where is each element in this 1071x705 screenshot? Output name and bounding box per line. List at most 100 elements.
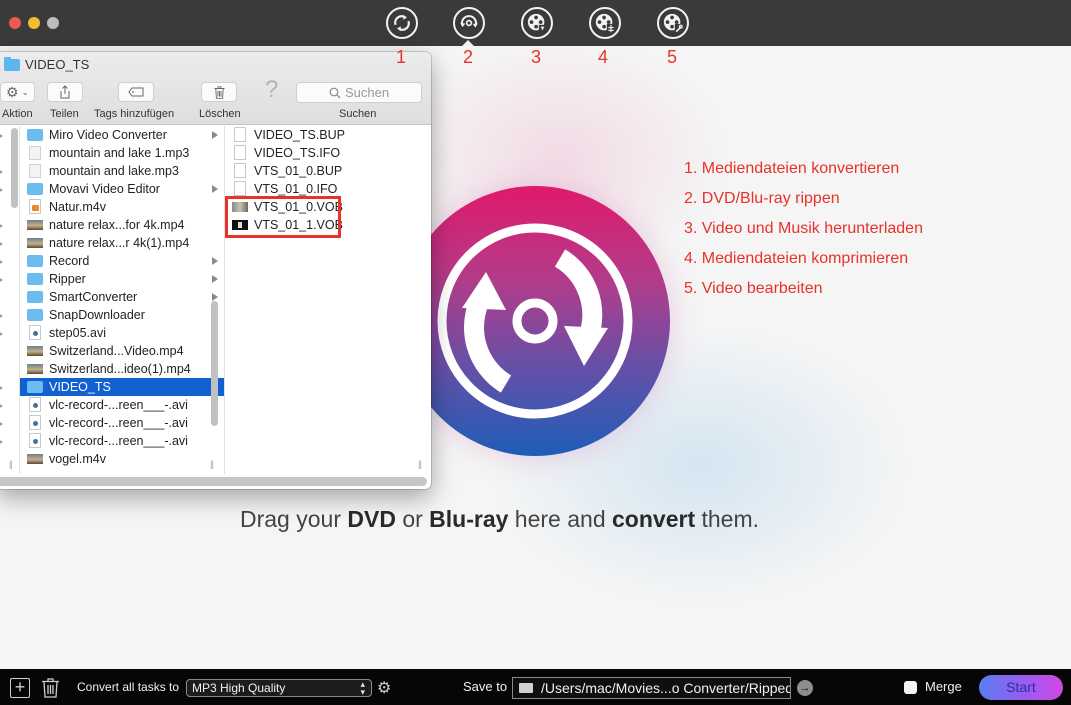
window-close-button[interactable]	[9, 17, 21, 29]
disclosure-arrow-icon	[0, 223, 3, 229]
file-video-icon	[27, 346, 43, 356]
drop-hint-text: them.	[695, 506, 760, 532]
mode-number-label: 4	[597, 47, 608, 67]
finder-column-parent[interactable]: ||	[0, 126, 20, 474]
start-button[interactable]: Start	[979, 675, 1063, 700]
tags-button[interactable]	[118, 82, 154, 102]
drop-hint-text: here and	[508, 506, 613, 532]
format-settings-gear-icon[interactable]: ⚙	[377, 678, 391, 698]
finder-column-video-ts[interactable]: VIDEO_TS.BUP VIDEO_TS.IFO VTS_01_0.BUP VTS_…	[225, 126, 431, 474]
file-name: VTS_01_1.VOB	[254, 218, 343, 232]
window-minimize-button[interactable]	[28, 17, 40, 29]
merge-label: Merge	[925, 679, 962, 694]
output-format-select[interactable]: MP3 High Quality ▴ ▾	[186, 679, 372, 697]
column-resize-handle[interactable]: ||	[210, 459, 214, 469]
delete-button[interactable]	[201, 82, 237, 102]
file-row[interactable]: VTS_01_0.VOB	[225, 198, 431, 216]
finder-toolbar: VIDEO_TS ⚙ ⌄ Aktion Teilen Tags hinzufüge…	[0, 52, 431, 125]
rip-hero-icon	[400, 186, 670, 456]
file-row[interactable]: VIDEO_TS	[20, 378, 224, 396]
file-row[interactable]: Record	[20, 252, 224, 270]
file-row[interactable]: Switzerland...ideo(1).mp4	[20, 360, 224, 378]
file-row[interactable]: step05.avi	[20, 324, 224, 342]
file-row[interactable]: vogel.m4v	[20, 450, 224, 468]
updown-arrows-icon: ▴ ▾	[360, 679, 365, 697]
horizontal-scrollbar[interactable]	[0, 477, 427, 486]
bottom-bar: + Convert all tasks to MP3 High Quality …	[0, 669, 1071, 705]
file-row[interactable]: Natur.m4v	[20, 198, 224, 216]
disclosure-arrow-icon	[212, 185, 218, 193]
help-icon[interactable]: ?	[265, 76, 278, 104]
column-scrollbar[interactable]	[211, 301, 218, 426]
file-vob1-icon	[232, 220, 248, 230]
mode-download-button[interactable]	[521, 7, 553, 39]
column-resize-handle[interactable]: ||	[9, 459, 13, 469]
file-name: Switzerland...ideo(1).mp4	[49, 362, 191, 376]
finder-column-movies[interactable]: Miro Video Converter mountain and lake 1.…	[20, 126, 225, 474]
file-video-icon	[27, 238, 43, 248]
file-name: SnapDownloader	[49, 308, 145, 322]
file-row[interactable]: VTS_01_0.IFO	[225, 180, 431, 198]
file-name: nature relax...r 4k(1).mp4	[49, 236, 190, 250]
file-doc-icon	[234, 181, 246, 196]
file-row[interactable]: SnapDownloader	[20, 306, 224, 324]
folder-icon	[27, 309, 43, 321]
add-file-button[interactable]: +	[10, 678, 30, 698]
file-row[interactable]: Movavi Video Editor	[20, 180, 224, 198]
folder-icon	[27, 255, 43, 267]
file-row[interactable]: vlc-record-...reen___-.avi	[20, 414, 224, 432]
finder-title: VIDEO_TS	[4, 56, 90, 72]
finder-window: VIDEO_TS ⚙ ⌄ Aktion Teilen Tags hinzufüge…	[0, 52, 431, 489]
delete-tasks-button[interactable]	[41, 678, 60, 698]
output-format-value: MP3 High Quality	[192, 681, 286, 695]
file-doc-icon	[234, 163, 246, 178]
file-name: step05.avi	[49, 326, 106, 340]
mode-convert-button[interactable]	[386, 7, 418, 39]
file-doc-icon	[234, 145, 246, 160]
file-name: Miro Video Converter	[49, 128, 167, 142]
search-input[interactable]: Suchen	[296, 82, 422, 103]
column-resize-handle[interactable]: ||	[418, 459, 422, 469]
search-icon	[329, 87, 341, 98]
disclosure-arrow-icon	[0, 259, 3, 265]
open-folder-arrow-icon[interactable]: →	[797, 680, 813, 696]
file-row[interactable]: mountain and lake.mp3	[20, 162, 224, 180]
drop-hint-text: or	[395, 506, 430, 532]
gear-icon: ⚙	[5, 83, 19, 100]
file-row[interactable]: mountain and lake 1.mp3	[20, 144, 224, 162]
plus-icon: +	[14, 677, 26, 697]
finder-title-text: VIDEO_TS	[25, 57, 90, 72]
file-row[interactable]: nature relax...r 4k(1).mp4	[20, 234, 224, 252]
file-name: SmartConverter	[49, 290, 138, 304]
mode-rip-button[interactable]	[453, 7, 485, 39]
file-row[interactable]: VTS_01_0.BUP	[225, 162, 431, 180]
disclosure-arrow-icon	[212, 131, 218, 139]
parent-column-scrollbar[interactable]	[11, 128, 18, 208]
file-row[interactable]: SmartConverter	[20, 288, 224, 306]
search-label: Suchen	[339, 108, 377, 120]
feature-steps-list: 1. Mediendateien konvertieren 2. DVD/Blu…	[684, 158, 923, 308]
file-row[interactable]: VIDEO_TS.BUP	[225, 126, 431, 144]
file-row[interactable]: Miro Video Converter	[20, 126, 224, 144]
disclosure-arrow-icon	[0, 331, 3, 337]
mode-edit-button[interactable]	[657, 7, 689, 39]
file-avi-icon	[29, 325, 41, 340]
rip-disc-icon	[460, 15, 478, 28]
mode-compress-button[interactable]	[589, 7, 621, 39]
convert-icon	[394, 14, 410, 32]
merge-checkbox[interactable]	[904, 681, 917, 694]
save-path-field[interactable]: /Users/mac/Movies...o Converter/Ripped	[512, 677, 791, 699]
file-row[interactable]: Switzerland...Video.mp4	[20, 342, 224, 360]
file-row[interactable]: vlc-record-...reen___-.avi	[20, 432, 224, 450]
file-row[interactable]: nature relax...for 4k.mp4	[20, 216, 224, 234]
file-row[interactable]: Ripper	[20, 270, 224, 288]
file-row[interactable]: VIDEO_TS.IFO	[225, 144, 431, 162]
file-row[interactable]: VTS_01_1.VOB	[225, 216, 431, 234]
window-maximize-button[interactable]	[47, 17, 59, 29]
disclosure-arrow-icon	[0, 421, 3, 427]
download-film-icon	[527, 13, 547, 33]
action-button[interactable]: ⚙ ⌄	[0, 82, 35, 102]
file-row[interactable]: vlc-record-...reen___-.avi	[20, 396, 224, 414]
file-avi-icon	[29, 433, 41, 448]
share-button[interactable]	[47, 82, 83, 102]
